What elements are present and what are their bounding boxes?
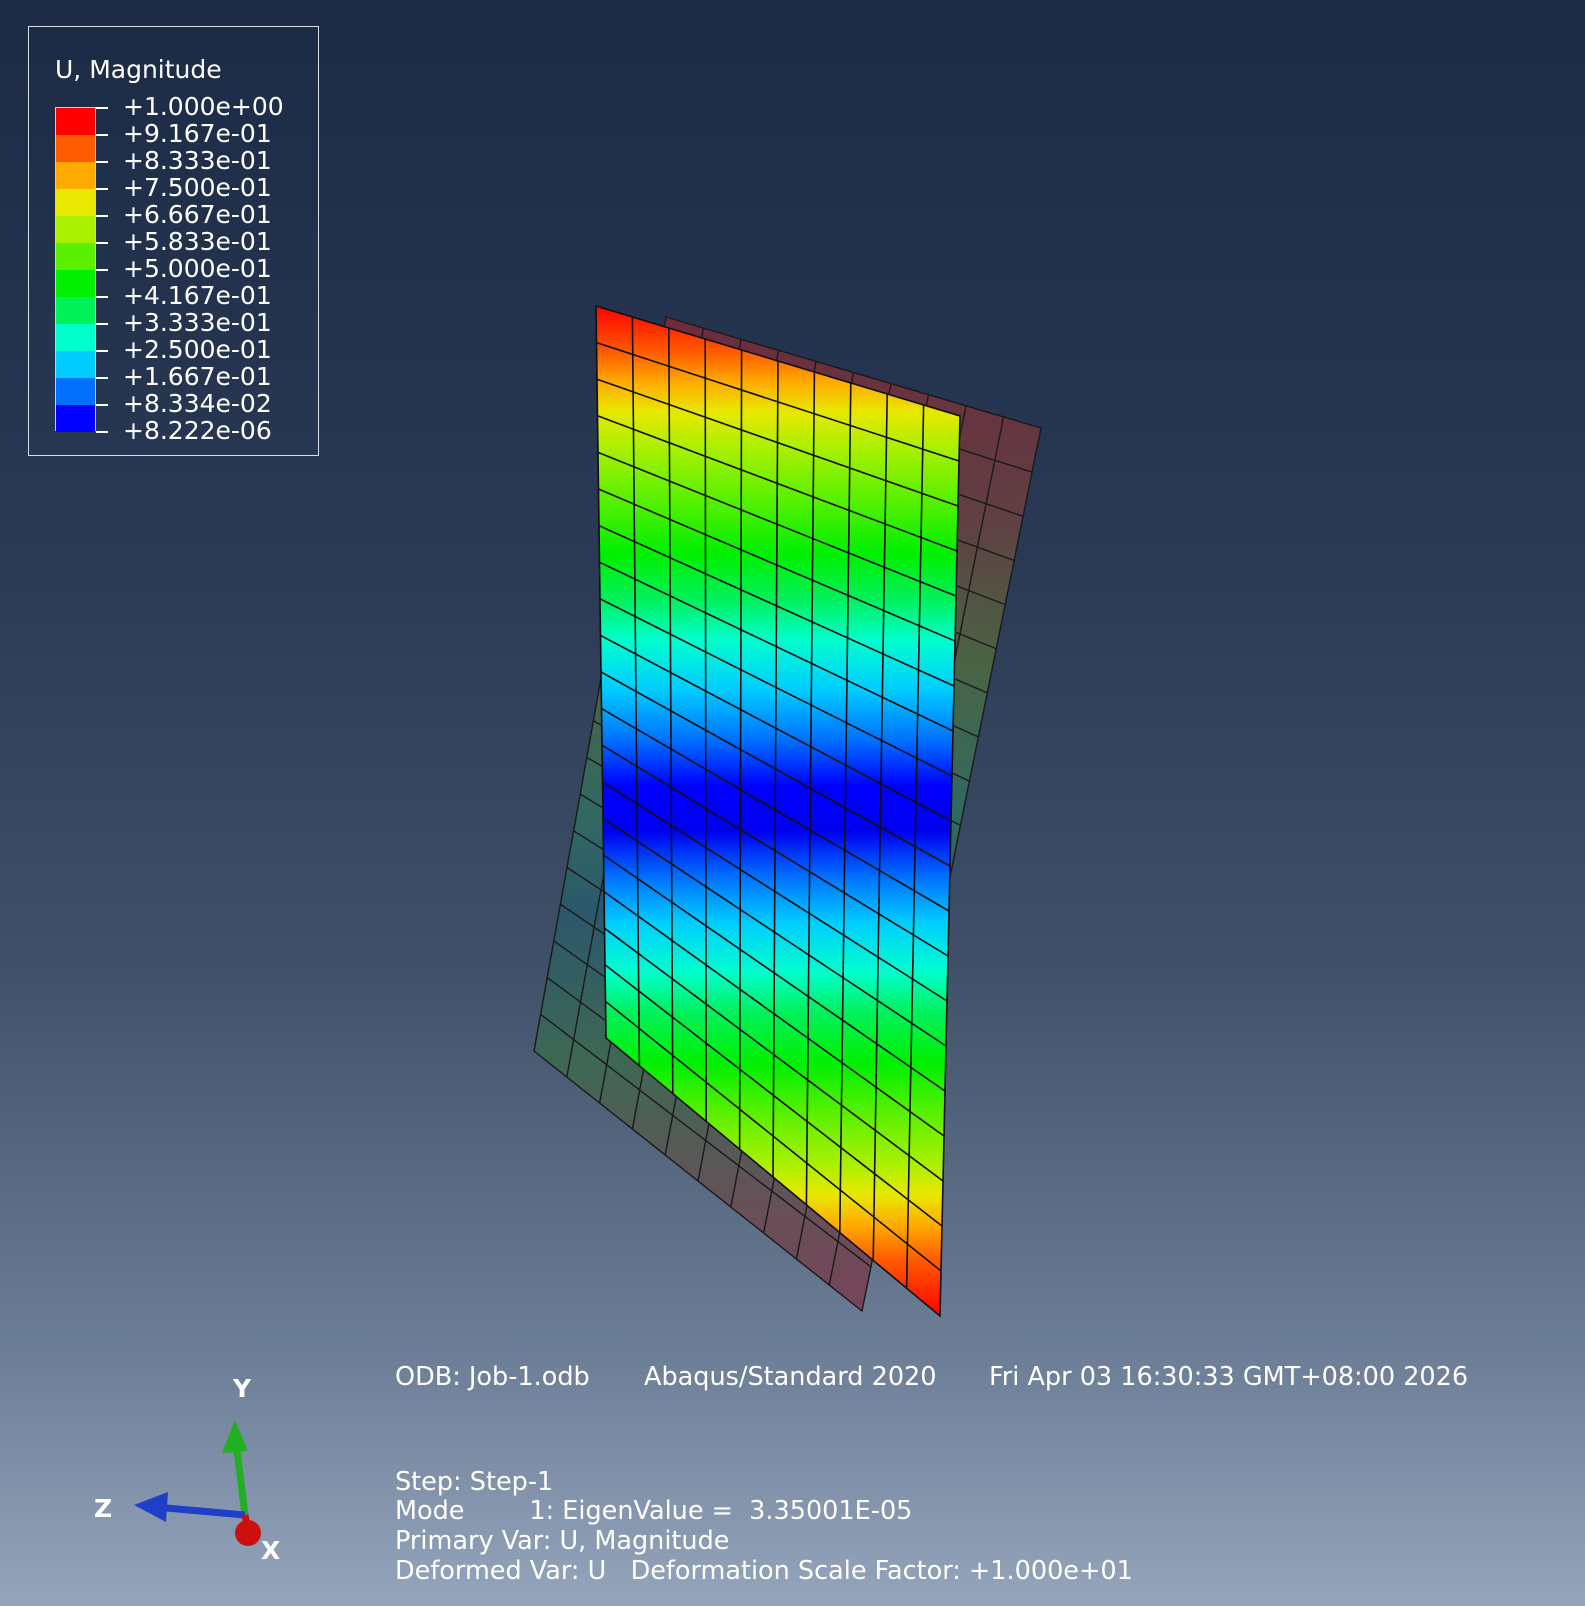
legend-color-bar bbox=[55, 107, 96, 432]
triad-y-arrowhead bbox=[222, 1420, 248, 1453]
legend-tick bbox=[96, 296, 108, 298]
legend-tick bbox=[96, 188, 108, 190]
triad-z-label: Z bbox=[94, 1494, 112, 1523]
viewport-canvas[interactable]: U, Magnitude +1.000e+00 +9.167e-01 +8.333e… bbox=[0, 0, 1585, 1606]
legend-swatch bbox=[56, 135, 95, 162]
legend-swatch bbox=[56, 378, 95, 405]
legend-tick bbox=[96, 323, 108, 325]
legend-swatch bbox=[56, 189, 95, 216]
odb-file-label: ODB: Job-1.odb bbox=[395, 1362, 590, 1392]
primary-var-label: Primary Var: U, Magnitude bbox=[395, 1526, 730, 1556]
legend-swatch bbox=[56, 108, 95, 135]
legend-value-label: +1.000e+00 bbox=[123, 92, 284, 121]
legend-swatch bbox=[56, 243, 95, 270]
legend-tick bbox=[96, 107, 108, 109]
deformed-var-label: Deformed Var: U Deformation Scale Factor… bbox=[395, 1556, 1133, 1586]
legend-value-label: +2.500e-01 bbox=[123, 335, 272, 364]
legend-tick bbox=[96, 377, 108, 379]
legend-swatch bbox=[56, 351, 95, 378]
legend-value-label: +5.000e-01 bbox=[123, 254, 272, 283]
legend-tick bbox=[96, 269, 108, 271]
legend-swatch bbox=[56, 297, 95, 324]
legend-swatch bbox=[56, 162, 95, 189]
legend-tick bbox=[96, 134, 108, 136]
legend-value-label: +8.222e-06 bbox=[123, 416, 272, 445]
triad-z-axis-shaft bbox=[154, 1503, 246, 1519]
legend-value-label: +4.167e-01 bbox=[123, 281, 272, 310]
legend-value-label: +5.833e-01 bbox=[123, 227, 272, 256]
contour-plot-mesh bbox=[595, 304, 961, 1318]
triad-x-axis-shaft bbox=[241, 1514, 252, 1532]
mode-eigenvalue-label: Mode 1: EigenValue = 3.35001E-05 bbox=[395, 1496, 913, 1526]
legend-tick bbox=[96, 350, 108, 352]
legend-swatch bbox=[56, 405, 95, 432]
legend-value-label: +9.167e-01 bbox=[123, 119, 272, 148]
legend-value-label: +8.334e-02 bbox=[123, 389, 272, 418]
triad-z-arrowhead bbox=[134, 1492, 168, 1522]
legend-tick bbox=[96, 215, 108, 217]
contour-legend[interactable]: U, Magnitude +1.000e+00 +9.167e-01 +8.333e… bbox=[28, 26, 319, 456]
legend-value-label: +8.333e-01 bbox=[123, 146, 272, 175]
view-orientation-triad[interactable]: Y Z X bbox=[80, 1365, 300, 1565]
legend-value-label: +6.667e-01 bbox=[123, 200, 272, 229]
legend-value-label: +1.667e-01 bbox=[123, 362, 272, 391]
step-label: Step: Step-1 bbox=[395, 1467, 554, 1497]
legend-value-label: +3.333e-01 bbox=[123, 308, 272, 337]
legend-tick bbox=[96, 404, 108, 406]
legend-value-label: +7.500e-01 bbox=[123, 173, 272, 202]
legend-tick bbox=[96, 161, 108, 163]
legend-title: U, Magnitude bbox=[55, 55, 222, 84]
solver-version-label: Abaqus/Standard 2020 bbox=[644, 1362, 937, 1392]
legend-swatch bbox=[56, 324, 95, 351]
triad-y-label: Y bbox=[232, 1374, 252, 1403]
legend-tick bbox=[96, 242, 108, 244]
legend-swatch bbox=[56, 216, 95, 243]
timestamp-label: Fri Apr 03 16:30:33 GMT+08:00 2026 bbox=[989, 1362, 1469, 1392]
triad-x-label: X bbox=[261, 1536, 280, 1565]
legend-tick bbox=[96, 431, 108, 433]
legend-swatch bbox=[56, 270, 95, 297]
